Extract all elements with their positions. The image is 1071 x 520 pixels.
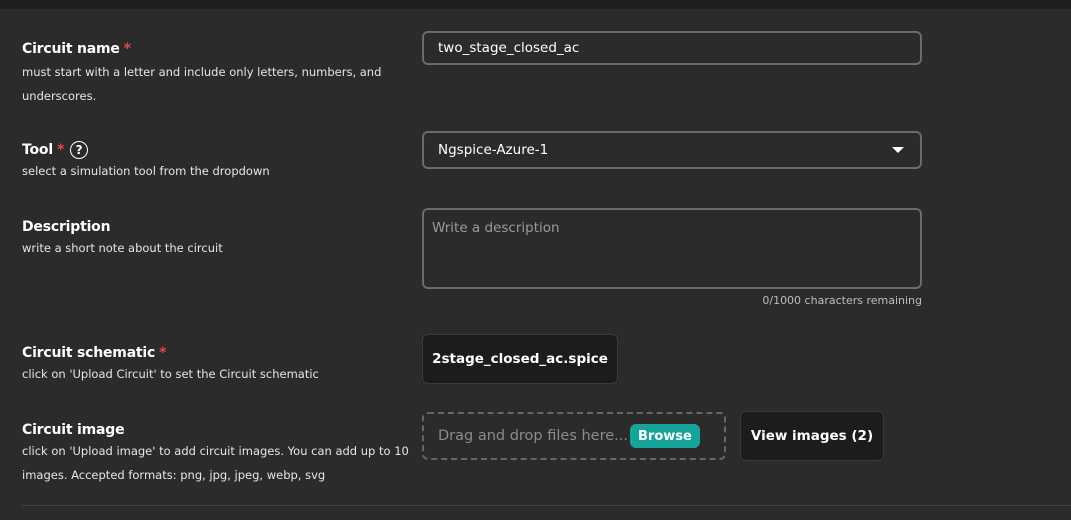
tool-label-block: Tool * ? select a simulation tool from t…	[22, 140, 407, 183]
dropzone-text: Drag and drop files here...	[438, 428, 628, 444]
tool-title: Tool	[22, 142, 53, 158]
tool-description: select a simulation tool from the dropdo…	[22, 164, 270, 178]
circuit-image-label-block: Circuit image click on 'Upload image' to…	[22, 420, 412, 487]
help-icon[interactable]: ?	[70, 141, 89, 159]
circuit-name-description: must start with a letter and include onl…	[22, 65, 382, 103]
circuit-schematic-title: Circuit schematic	[22, 345, 156, 361]
tool-select[interactable]: Ngspice-Azure-1	[422, 131, 922, 169]
divider	[22, 505, 1071, 506]
circuit-image-description: click on 'Upload image' to add circuit i…	[22, 444, 409, 482]
circuit-schematic-label: Circuit schematic *	[22, 343, 407, 363]
view-images-button[interactable]: View images (2)	[740, 411, 884, 461]
chevron-down-icon	[892, 147, 904, 153]
circuit-name-input[interactable]: two_stage_closed_ac	[422, 31, 922, 65]
description-description: write a short note about the circuit	[22, 241, 223, 255]
circuit-image-title: Circuit image	[22, 422, 125, 438]
description-label-block: Description write a short note about the…	[22, 217, 407, 260]
char-count: 0/1000 characters remaining	[762, 294, 922, 307]
required-mark: *	[123, 41, 131, 57]
description-textarea[interactable]: Write a description	[422, 208, 922, 289]
circuit-name-label-block: Circuit name * must start with a letter …	[22, 39, 407, 108]
browse-button[interactable]: Browse	[630, 424, 700, 448]
circuit-schematic-description: click on 'Upload Circuit' to set the Cir…	[22, 367, 319, 381]
circuit-schematic-label-block: Circuit schematic * click on 'Upload Cir…	[22, 343, 407, 386]
required-mark: *	[56, 142, 65, 158]
tool-selected-value: Ngspice-Azure-1	[438, 142, 549, 158]
circuit-name-title: Circuit name	[22, 41, 120, 57]
top-bar	[0, 0, 1071, 9]
tool-label: Tool * ?	[22, 140, 407, 160]
required-mark: *	[159, 345, 167, 361]
circuit-name-label: Circuit name *	[22, 39, 407, 59]
image-dropzone[interactable]: Drag and drop files here... Browse	[422, 412, 726, 460]
description-title: Description	[22, 219, 111, 235]
schematic-file-button[interactable]: 2stage_closed_ac.spice	[422, 334, 618, 384]
